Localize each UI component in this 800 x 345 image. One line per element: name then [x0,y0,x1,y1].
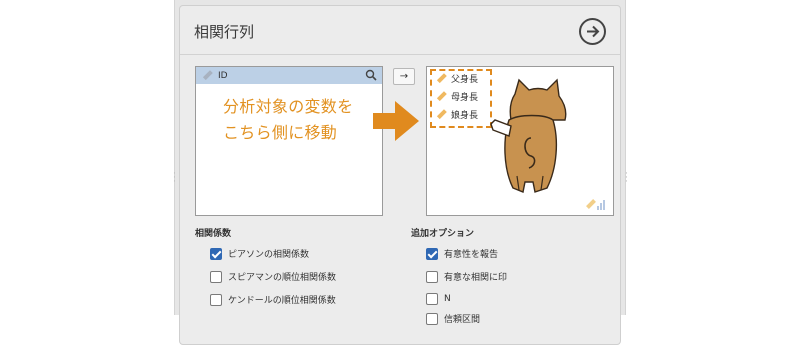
selected-variable-item[interactable]: 娘身長 [436,108,478,121]
report-significance-checkbox[interactable] [426,247,438,260]
right-resize-handle[interactable]: · · · [625,170,628,187]
run-arrow-button[interactable] [579,18,606,45]
kendall-label: ケンドールの順位相関係数 [228,296,336,306]
correlation-heading: 相関係数 [195,229,232,239]
analysis-panel: 相関行列 ID → 父身長 母身長 娘身長 分析対象の変数を こちら側に移動 相… [174,0,626,345]
additional-options-heading: 追加オプション [411,229,475,239]
left-resize-handle[interactable]: · · · [173,170,176,187]
pearson-checkbox[interactable] [210,247,222,260]
card-header: 相関行列 [180,6,620,55]
report-significance-option[interactable]: 有意性を報告 [426,247,498,260]
kendall-option[interactable]: ケンドールの順位相関係数 [210,293,336,306]
flag-significant-option[interactable]: 有意な相関に印 [426,270,507,283]
ruler-icon [436,109,447,120]
spearman-checkbox[interactable] [210,270,222,283]
correlation-matrix-card: 相関行列 ID → 父身長 母身長 娘身長 分析対象の変数を こちら側に移動 相… [179,5,621,345]
selected-variable-item[interactable]: 父身長 [436,72,478,85]
selected-variable-label: 娘身長 [451,111,479,121]
spearman-label: スピアマンの順位相関係数 [228,273,337,283]
selected-variable-label: 父身長 [451,75,479,85]
annotation-line-2: こちら側に移動 [223,123,338,142]
variable-list-search-row[interactable]: ID [196,67,382,84]
variable-name-id: ID [218,70,228,81]
kendall-checkbox[interactable] [210,293,222,306]
report-significance-label: 有意性を報告 [444,250,499,260]
flag-significant-checkbox[interactable] [426,270,438,283]
n-label: N [444,294,451,304]
spearman-option[interactable]: スピアマンの順位相関係数 [210,270,336,283]
ruler-icon [436,91,447,102]
arrow-right-icon [587,25,600,38]
selected-variable-label: 母身長 [451,93,479,103]
pearson-label: ピアソンの相関係数 [228,250,310,260]
confidence-interval-checkbox[interactable] [426,312,438,325]
confidence-interval-option[interactable]: 信頼区間 [426,312,480,325]
cat-illustration [490,78,567,193]
selected-variable-item[interactable]: 母身長 [436,90,478,103]
confidence-interval-label: 信頼区間 [444,315,481,325]
ruler-icon [436,73,447,84]
move-variable-button[interactable]: → [393,68,415,85]
big-arrow-right-icon [373,101,419,141]
continuous-measure-icon [586,199,605,210]
search-icon[interactable] [365,69,377,81]
n-checkbox[interactable] [426,293,438,305]
annotation-line-1: 分析対象の変数を [223,97,354,116]
ruler-icon [202,70,213,81]
n-option[interactable]: N [426,293,451,305]
flag-significant-label: 有意な相関に印 [444,273,508,283]
panel-title: 相関行列 [194,23,255,41]
pearson-option[interactable]: ピアソンの相関係数 [210,247,309,260]
